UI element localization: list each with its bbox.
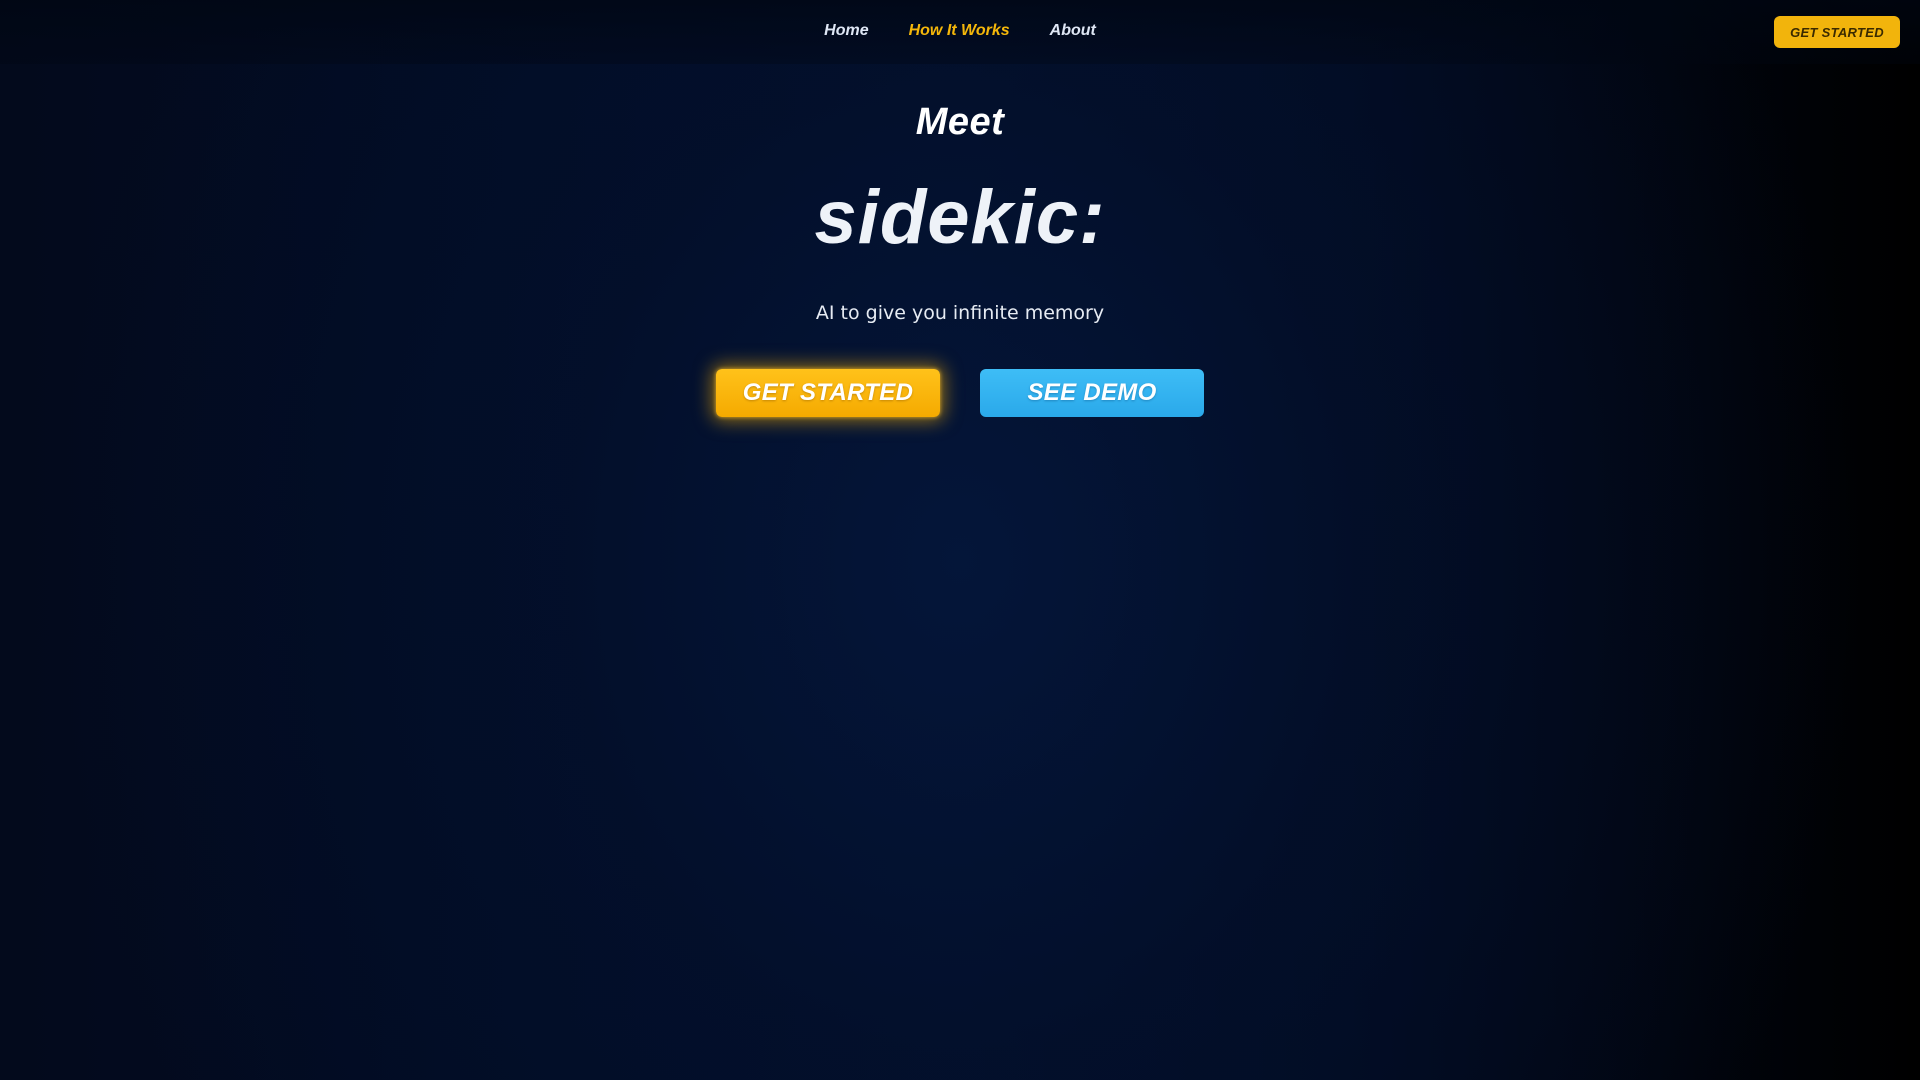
- top-navigation: Home How It Works About GET STARTED: [0, 0, 1920, 64]
- hero-kicker: Meet: [915, 101, 1005, 143]
- nav-link-home[interactable]: Home: [824, 20, 868, 42]
- hero-actions: GET STARTED SEE DEMO: [0, 369, 1920, 417]
- see-demo-button[interactable]: SEE DEMO: [980, 369, 1204, 417]
- nav-get-started-button[interactable]: GET STARTED: [1774, 16, 1900, 48]
- hero-tagline: AI to give you infinite memory: [815, 302, 1105, 324]
- get-started-button[interactable]: GET STARTED: [716, 369, 940, 417]
- nav-link-how-it-works[interactable]: How It Works: [909, 20, 1010, 42]
- nav-links: Home How It Works About: [0, 20, 1920, 42]
- nav-link-about[interactable]: About: [1050, 20, 1096, 42]
- hero-brand-name: sidekic:: [814, 175, 1106, 260]
